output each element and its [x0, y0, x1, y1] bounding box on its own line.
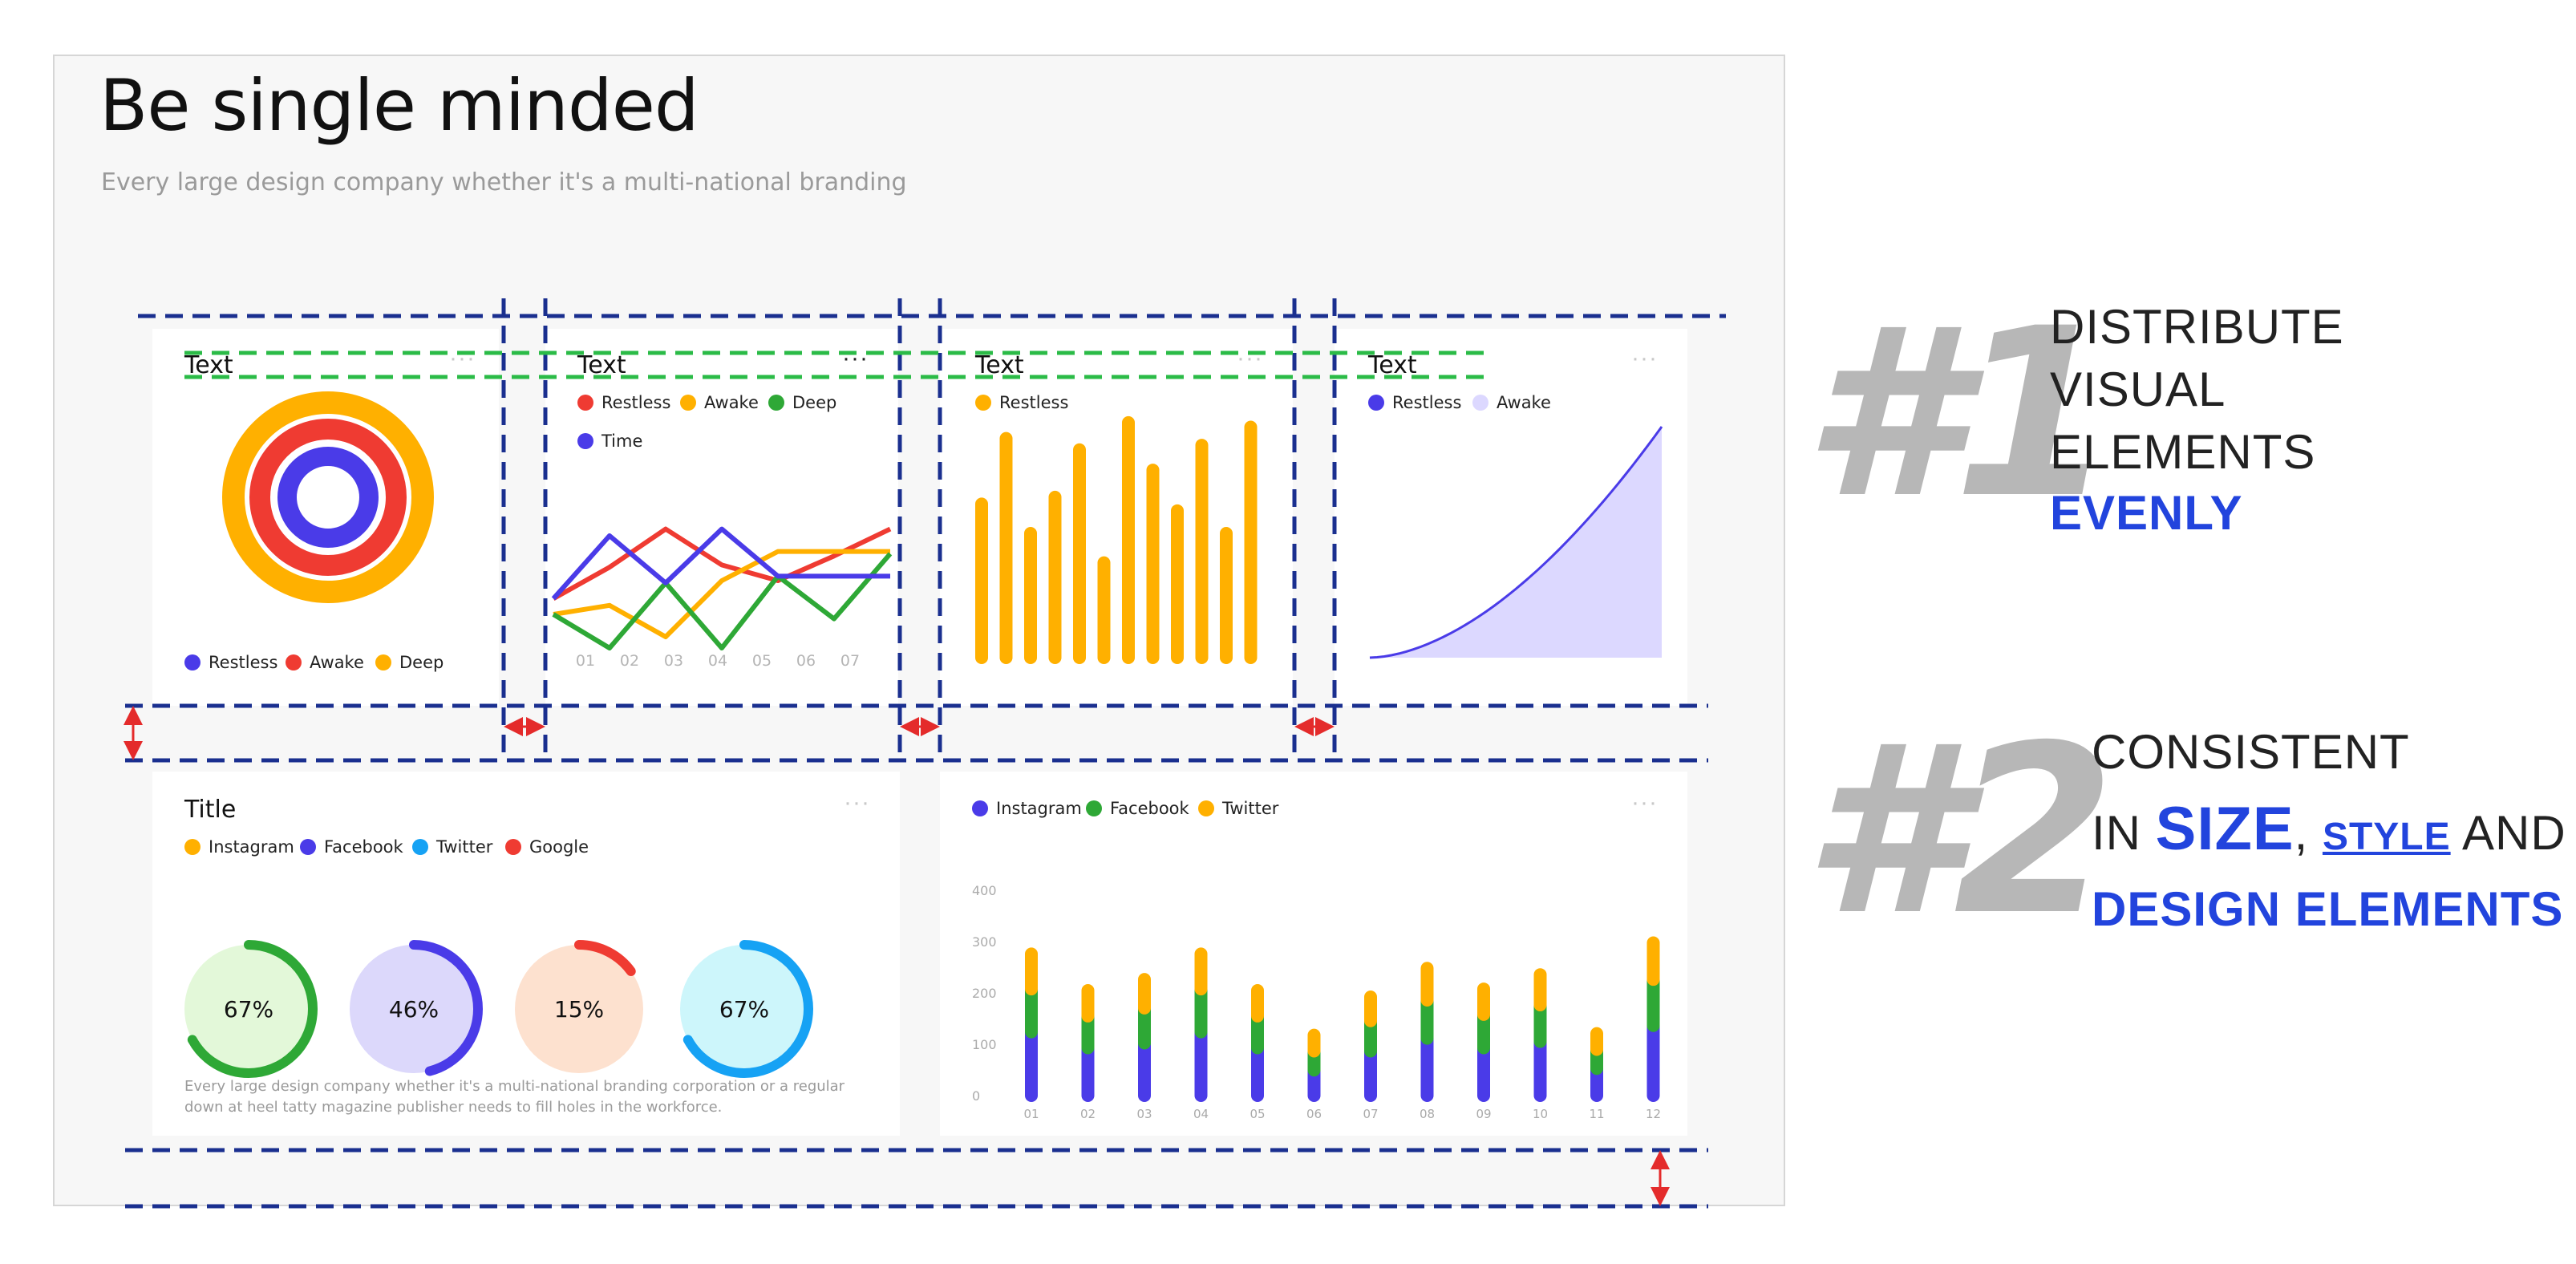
stacked-bar-chart: 0 100 200 300 400 01 02 03 04 05 06 07 08 09 10 11 12	[972, 883, 1661, 1121]
legend-dot	[375, 654, 391, 670]
tip2-text: IN	[2092, 806, 2156, 860]
legend-dot	[286, 654, 302, 670]
tip1-line: VISUAL	[2050, 363, 2226, 416]
card-body-line: down at heel tatty magazine publisher ne…	[184, 1099, 723, 1116]
y-tick-label: 0	[972, 1088, 980, 1104]
tip1-emphasis: EVENLY	[2050, 486, 2243, 540]
tip2-text: ,	[2294, 806, 2323, 860]
x-tick-label: 01	[1023, 1107, 1039, 1121]
area-card: Text ··· Restless Awake	[1335, 329, 1687, 706]
x-tick-label: 07	[840, 652, 860, 670]
area-fill	[1370, 427, 1662, 658]
y-tick-label: 300	[972, 934, 997, 950]
tip2-text: AND	[2450, 806, 2566, 860]
x-tick-label: 05	[1250, 1107, 1265, 1121]
bar-chart	[975, 415, 1258, 664]
card-body-text: Every large design company whether it's …	[184, 1076, 874, 1118]
bar-card: Text ··· Restless	[940, 329, 1293, 706]
x-tick-label: 02	[620, 652, 639, 670]
tip2-emphasis-size: SIZE	[2155, 795, 2295, 863]
y-tick-label: 400	[972, 883, 997, 898]
progress-value-label: 67%	[719, 996, 769, 1023]
tip-number-2: #2	[1803, 696, 2116, 966]
legend-label: Awake	[310, 653, 364, 672]
tip2-emphasis-design: DESIGN ELEMENTS	[2092, 882, 2564, 936]
tip1-line: DISTRIBUTE	[2050, 300, 2344, 354]
x-tick-label: 07	[1363, 1107, 1378, 1121]
legend-item-awake: Awake	[286, 653, 364, 672]
x-tick-label: 08	[1420, 1107, 1435, 1121]
x-tick-label: 11	[1589, 1107, 1604, 1121]
progress-value-label: 46%	[389, 996, 439, 1023]
x-tick-label: 06	[1306, 1107, 1322, 1121]
legend-dot	[184, 654, 200, 670]
legend-item-restless: Restless	[184, 653, 277, 672]
page-title: Be single minded	[99, 64, 699, 147]
x-tick-label: 05	[752, 652, 772, 670]
x-tick-label: 03	[664, 652, 683, 670]
line-card: Text ··· Restless Awake Deep Time 01 02 03…	[545, 329, 898, 706]
progress-value-label: 15%	[554, 996, 604, 1023]
x-tick-label: 03	[1136, 1107, 1152, 1121]
x-tick-label: 02	[1080, 1107, 1096, 1121]
y-tick-label: 100	[972, 1037, 997, 1052]
x-tick-label: 10	[1533, 1107, 1548, 1121]
donut-card: Text ··· Restless Awake Deep	[152, 329, 499, 706]
tip2-line: IN SIZE, STYLE AND	[2092, 799, 2566, 860]
tip1-line: ELEMENTS	[2050, 425, 2316, 479]
x-tick-label: 01	[576, 652, 595, 670]
progress-value-label: 67%	[224, 996, 273, 1023]
x-tick-label: 04	[708, 652, 727, 670]
y-tick-label: 200	[972, 986, 997, 1001]
tip2-line: CONSISTENT	[2092, 725, 2410, 779]
card-body-line: Every large design company whether it's …	[184, 1078, 845, 1095]
donut-ring-deep	[277, 447, 379, 548]
stacked-card: ··· Instagram Facebook Twitter 0 100 200 30…	[940, 772, 1687, 1136]
x-tick-label: 12	[1646, 1107, 1661, 1121]
line-chart: 01 02 03 04 05 06 07	[551, 526, 893, 670]
tip2-emphasis-style: STYLE	[2322, 816, 2451, 858]
legend-label: Restless	[209, 653, 278, 672]
legend-item-deep: Deep	[375, 653, 444, 672]
legend-label: Deep	[399, 653, 444, 672]
donut-chart	[222, 391, 434, 603]
x-tick-label: 06	[796, 652, 816, 670]
area-chart	[1369, 426, 1663, 659]
x-tick-label: 09	[1476, 1107, 1491, 1121]
progress-card: Title ··· Instagram Facebook Twitter Goo…	[152, 772, 900, 1136]
x-tick-label: 04	[1193, 1107, 1209, 1121]
page-subtitle: Every large design company whether it's …	[101, 168, 907, 196]
